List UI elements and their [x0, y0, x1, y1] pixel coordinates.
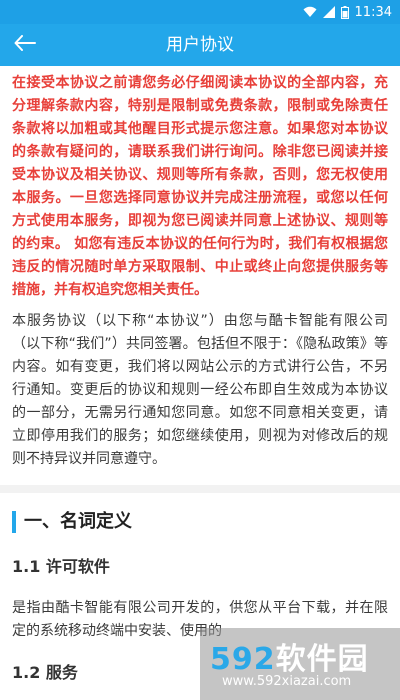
- arrow-left-icon: [14, 35, 36, 55]
- watermark: 592软件园 www.592xiazai.com: [200, 628, 400, 700]
- section-heading: 一、名词定义: [12, 507, 388, 537]
- agreement-content[interactable]: 在接受本协议之前请您务必仔细阅读本协议的全部内容，充分理解条款内容，特别是限制或…: [0, 66, 400, 700]
- battery-icon: [340, 5, 349, 19]
- subsection-heading: 1.1 许可软件: [12, 557, 110, 576]
- wifi-icon: [303, 6, 317, 18]
- watermark-logo-text: 软件园: [275, 642, 369, 677]
- section-divider: [0, 485, 400, 493]
- watermark-logo: 592软件园: [210, 634, 369, 678]
- watermark-url: www.592xiazai.com: [222, 674, 352, 689]
- status-bar: 11:34: [0, 0, 400, 24]
- signal-icon: [322, 6, 335, 18]
- status-time: 11:34: [354, 4, 392, 20]
- section-heading-text: 一、名词定义: [24, 511, 132, 532]
- app-bar: 用户协议: [0, 24, 400, 66]
- back-button[interactable]: [6, 26, 44, 64]
- watermark-logo-number: 592: [210, 642, 276, 677]
- status-icons: 11:34: [303, 0, 392, 24]
- page-title: 用户协议: [166, 35, 234, 55]
- warning-paragraph: 在接受本协议之前请您务必仔细阅读本协议的全部内容，充分理解条款内容，特别是限制或…: [12, 75, 388, 298]
- intro-paragraph: 本服务协议（以下称“本协议”）由您与酷卡智能有限公司（以下称“我们”）共同签署。…: [12, 313, 388, 467]
- section-accent-bar: [12, 511, 16, 533]
